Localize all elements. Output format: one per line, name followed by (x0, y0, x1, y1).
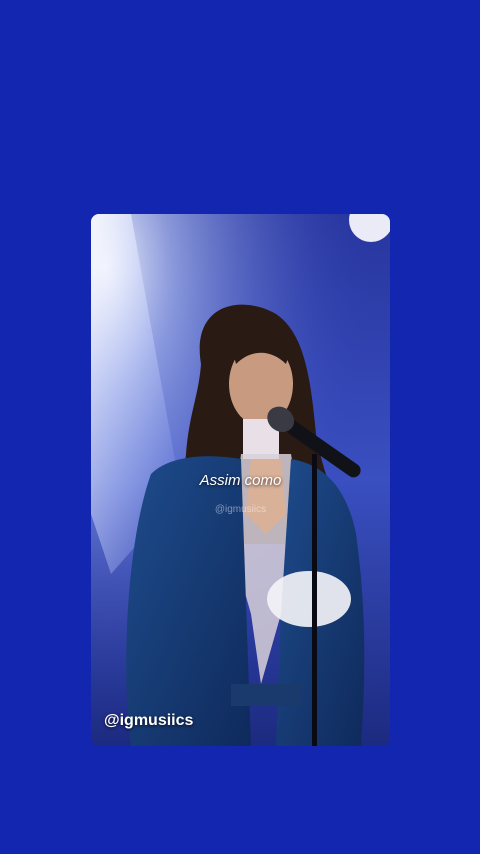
account-handle: @igmusiics (104, 712, 194, 729)
watermark-text: @igmusiics (214, 504, 267, 515)
video-card[interactable]: Assim como @igmusiics @igmusiics (91, 214, 390, 746)
caption-text: Assim como (199, 472, 282, 489)
